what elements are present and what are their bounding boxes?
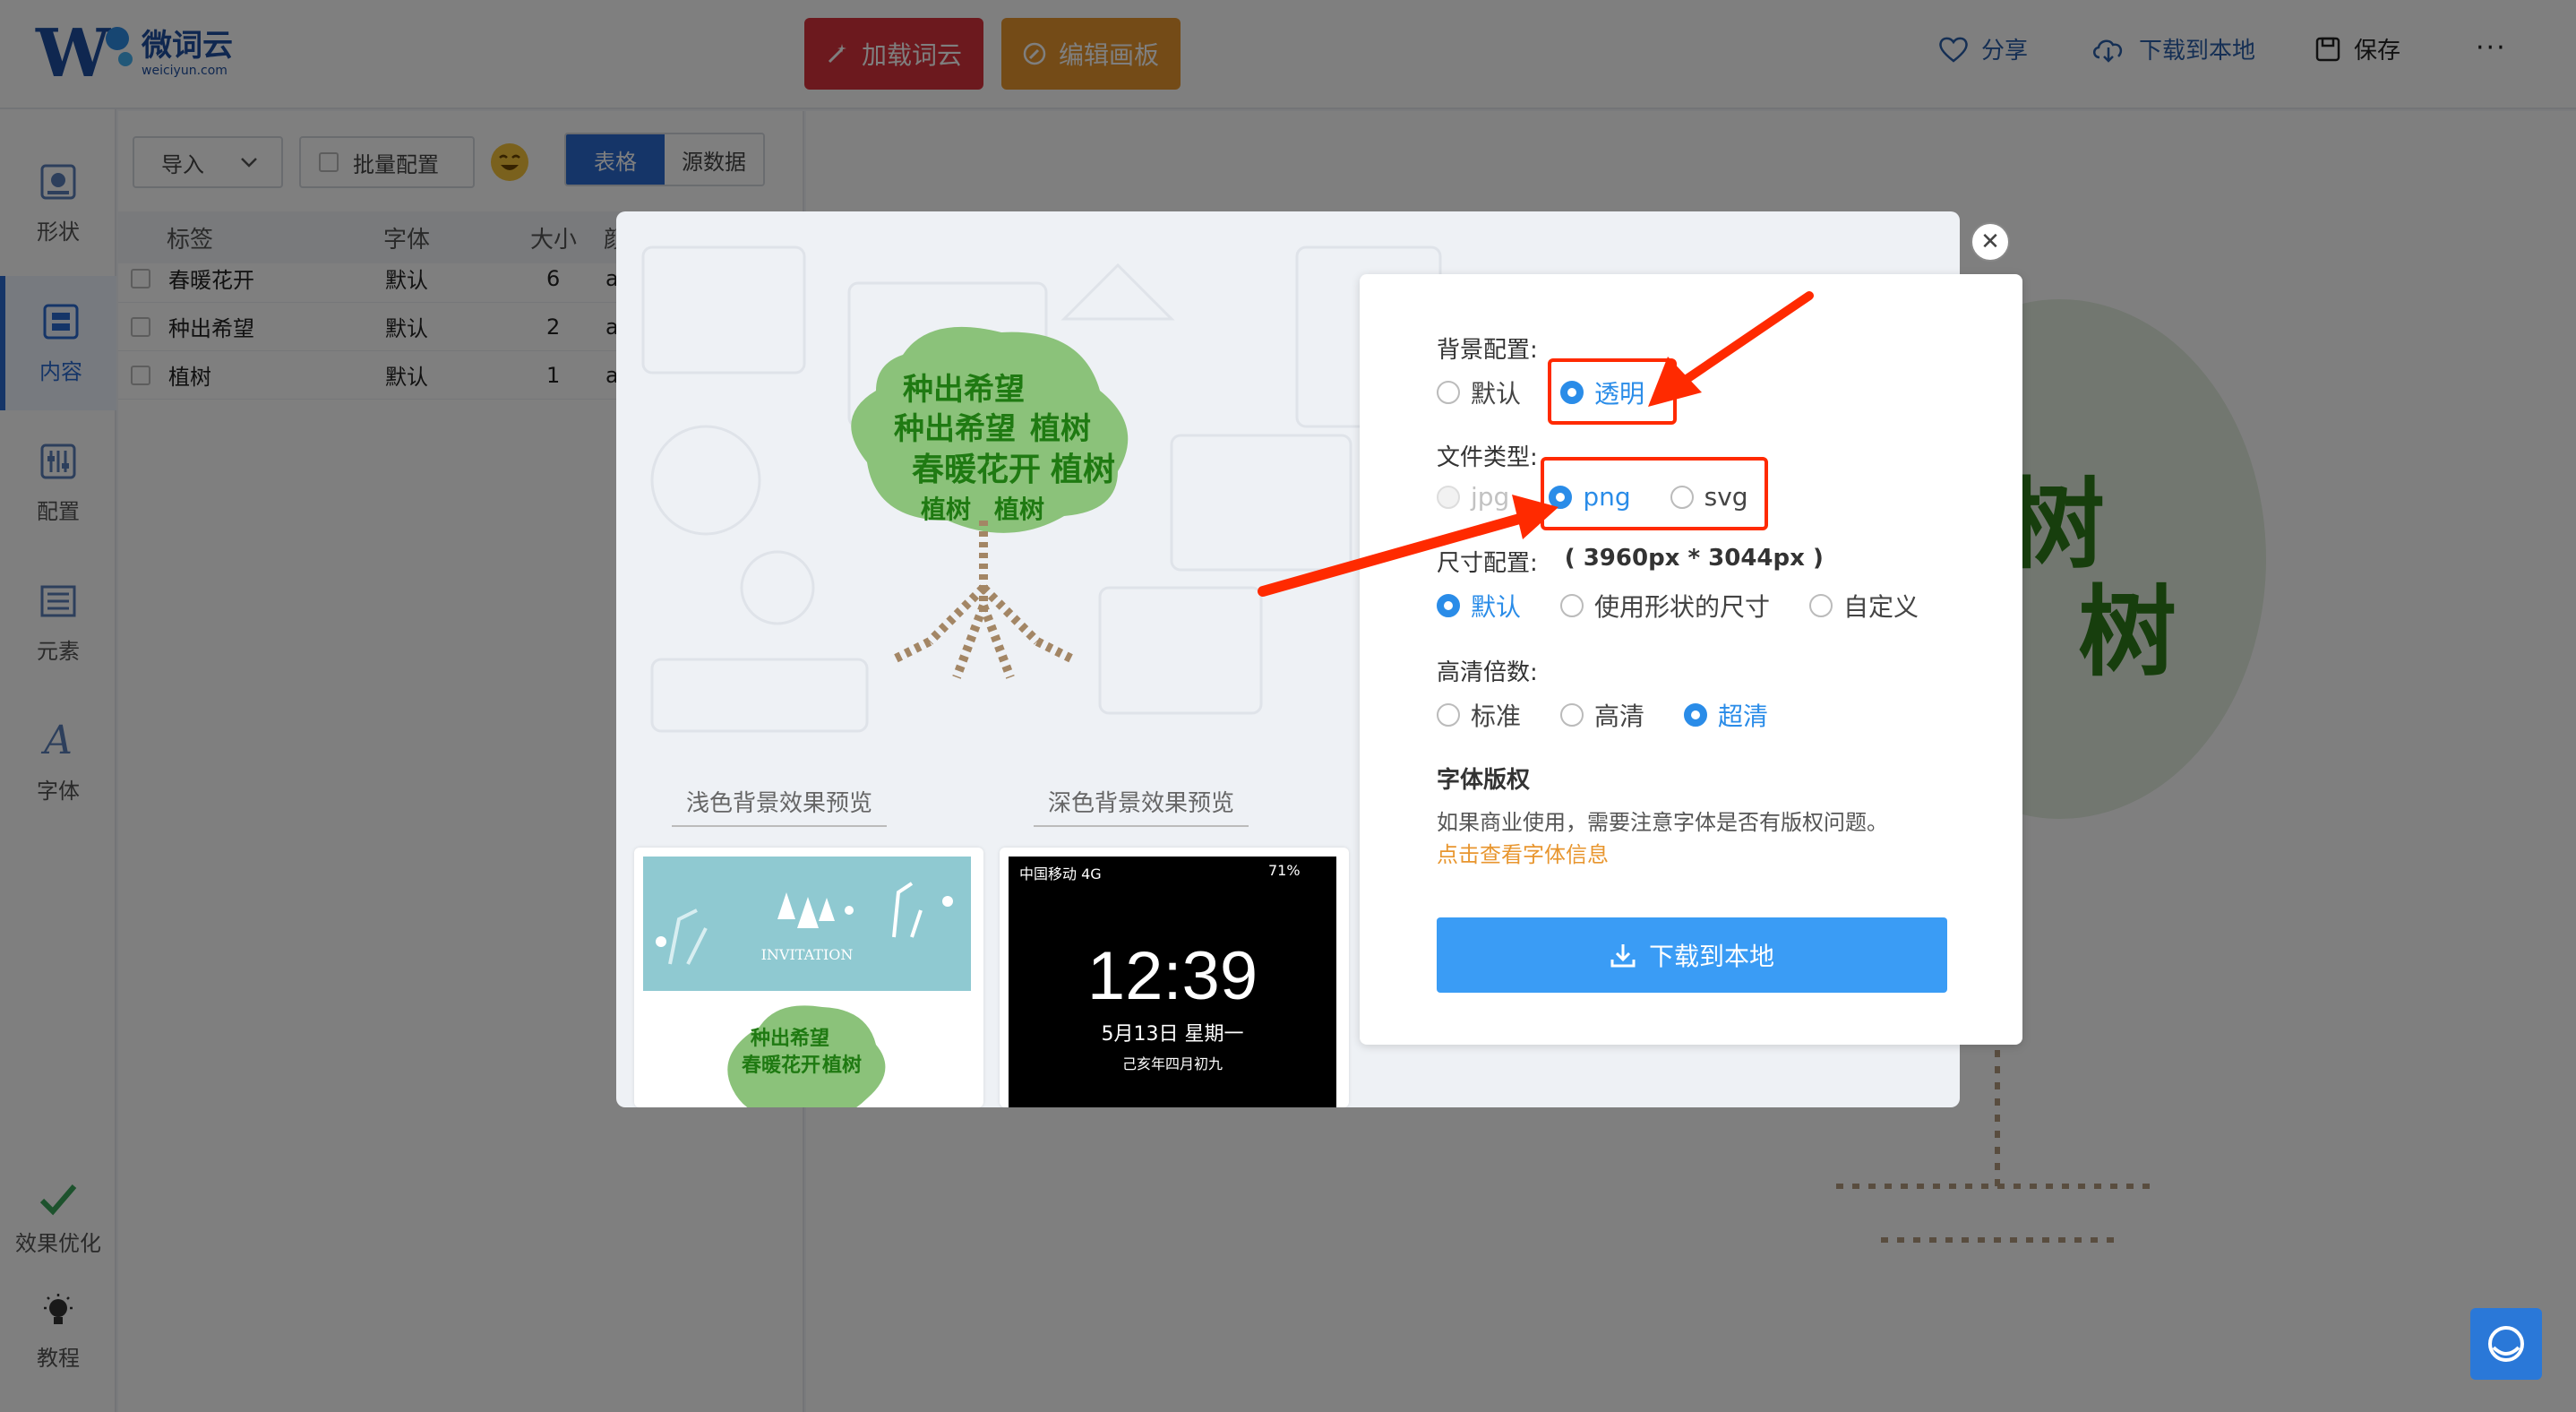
phone-battery: 71% <box>1268 862 1301 879</box>
phone-date: 5月13日 星期一 <box>1101 1023 1244 1046</box>
tree-word: 春暖花开 <box>912 452 1041 488</box>
wordcloud-preview-image: 种出希望 种出希望 植树 春暖花开 植树 植树 植树 <box>851 326 1129 679</box>
hd-option-standard[interactable]: 标准 <box>1437 697 1521 733</box>
tree-word: 植树 <box>994 495 1044 524</box>
phone-lunar-date: 己亥年四月初九 <box>1121 1055 1223 1072</box>
light-preview-tree: 种出希望 春暖花开 植树 <box>727 1005 886 1107</box>
download-button[interactable]: 下载到本地 <box>1437 917 1947 993</box>
hd-option-ultra[interactable]: 超清 <box>1684 697 1768 733</box>
dark-preview-card: 中国移动 4G 71% 12:39 5月13日 星期一 己亥年四月初九 <box>1000 848 1349 1107</box>
tree-word: 植树 <box>1051 452 1115 488</box>
annotation-arrows <box>1258 291 1814 597</box>
radio-circle <box>1684 703 1708 727</box>
tree-word: 种出希望 <box>903 372 1025 408</box>
invitation-text: INVITATION <box>760 946 854 963</box>
hd-option-hd[interactable]: 高清 <box>1560 697 1644 733</box>
tree-word: 春暖花开 <box>742 1054 820 1077</box>
arrow-icon <box>1648 291 1814 407</box>
christmas-scene-image <box>656 882 953 965</box>
invitation-banner: INVITATION <box>643 857 971 991</box>
size-option-custom-label: 自定义 <box>1843 592 1919 622</box>
tree-word: 植树 <box>822 1054 862 1077</box>
font-copyright-text: 如果商业使用，需要注意字体是否有版权问题。 <box>1437 810 1888 835</box>
hd-config-options: 标准 高清 超清 <box>1437 697 1807 733</box>
radio-circle <box>1437 703 1460 727</box>
dark-preview-label: 深色背景效果预览 <box>1034 785 1249 827</box>
tree-word: 种出希望 <box>751 1027 829 1050</box>
light-preview-label: 浅色背景效果预览 <box>672 785 887 827</box>
phone-carrier: 中国移动 4G <box>1019 865 1102 882</box>
tree-word: 种出希望 <box>894 411 1016 447</box>
download-icon <box>1610 942 1636 969</box>
arrow-icon <box>1258 495 1558 597</box>
customer-service-button[interactable] <box>2470 1308 2542 1380</box>
phone-lockscreen: 中国移动 4G 71% 12:39 5月13日 星期一 己亥年四月初九 <box>1009 857 1336 1107</box>
radio-circle <box>1560 703 1584 727</box>
headset-icon <box>2483 1321 2529 1367</box>
close-icon[interactable]: ✕ <box>1971 222 2010 262</box>
hd-option-hd-label: 高清 <box>1594 702 1645 731</box>
light-preview-card: INVITATION 种出希望 春暖花开 植树 <box>634 848 983 1107</box>
font-copyright-title: 字体版权 <box>1437 767 1531 794</box>
font-info-link[interactable]: 点击查看字体信息 <box>1437 837 1609 868</box>
tree-word: 植树 <box>1030 411 1091 447</box>
hd-option-standard-label: 标准 <box>1471 702 1522 731</box>
download-button-label: 下载到本地 <box>1648 942 1774 971</box>
phone-time: 12:39 <box>1086 938 1258 1014</box>
hd-config-title: 高清倍数: <box>1437 659 1538 686</box>
tree-word: 植树 <box>921 495 971 524</box>
hd-option-ultra-label: 超清 <box>1718 702 1769 731</box>
